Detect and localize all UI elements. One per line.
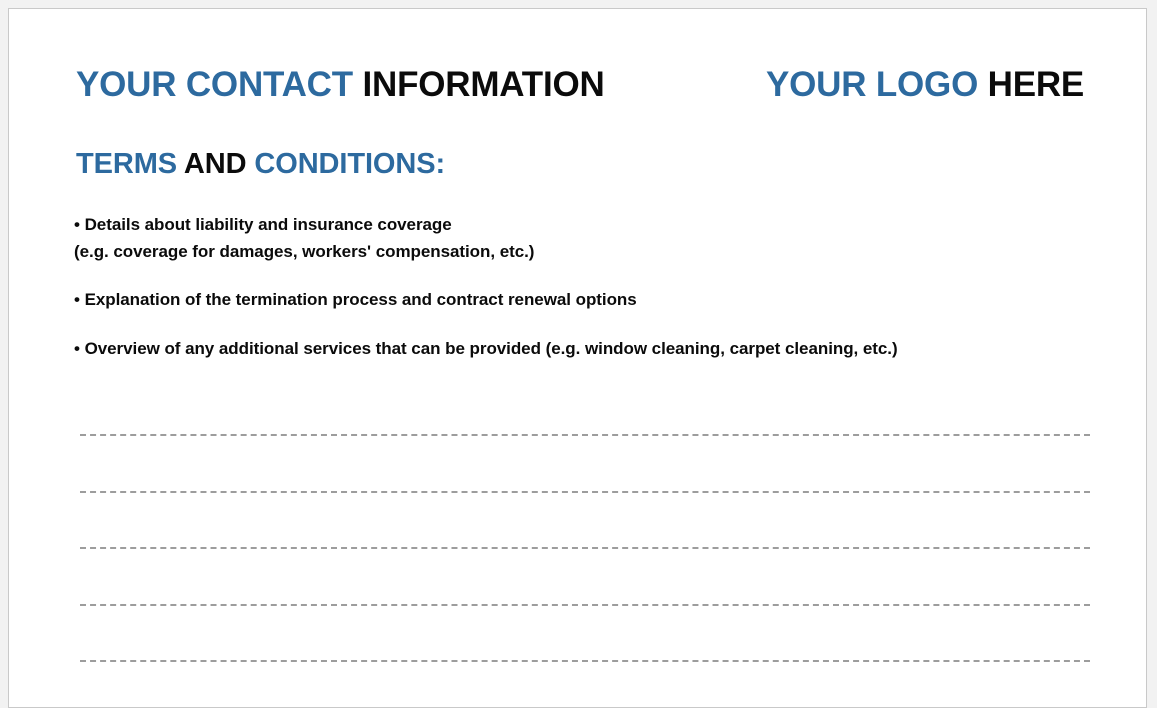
list-item: • Overview of any additional services th… [74,336,1134,363]
bullet-line-primary: • Overview of any additional services th… [74,338,898,358]
bullet-line-primary: • Details about liability and insurance … [74,215,452,234]
terms-heading-dark: AND [183,148,255,180]
contact-heading-accent: YOUR CONTACT [76,65,363,104]
writing-line [80,660,1090,662]
page-content: YOUR CONTACT INFORMATION YOUR LOGO HERE … [9,9,1146,707]
writing-line [80,547,1090,549]
bullet-line-primary: • Explanation of the termination process… [74,290,637,309]
terms-heading-accent-2: CONDITIONS: [254,148,446,180]
list-item: • Details about liability and insurance … [74,212,1134,265]
writing-line [80,490,1090,493]
logo-heading-dark: HERE [987,65,1085,104]
logo-placeholder-heading: YOUR LOGO HERE [766,63,1084,107]
document-page: YOUR CONTACT INFORMATION YOUR LOGO HERE … [8,8,1147,708]
writing-line [80,603,1090,606]
writing-lines-area [80,434,1090,707]
terms-bullet-list: • Details about liability and insurance … [74,212,1134,362]
bullet-line-secondary: (e.g. coverage for damages, workers' com… [74,241,535,261]
terms-and-conditions-heading: TERMS AND CONDITIONS: [76,145,445,183]
contact-information-heading: YOUR CONTACT INFORMATION [76,63,605,107]
terms-heading-accent-1: TERMS [76,148,184,180]
writing-line [80,434,1090,436]
contact-heading-dark: INFORMATION [362,65,605,104]
list-item: • Explanation of the termination process… [74,287,1134,314]
logo-heading-accent: YOUR LOGO [766,65,988,104]
document-header: YOUR CONTACT INFORMATION YOUR LOGO HERE [9,63,1146,111]
